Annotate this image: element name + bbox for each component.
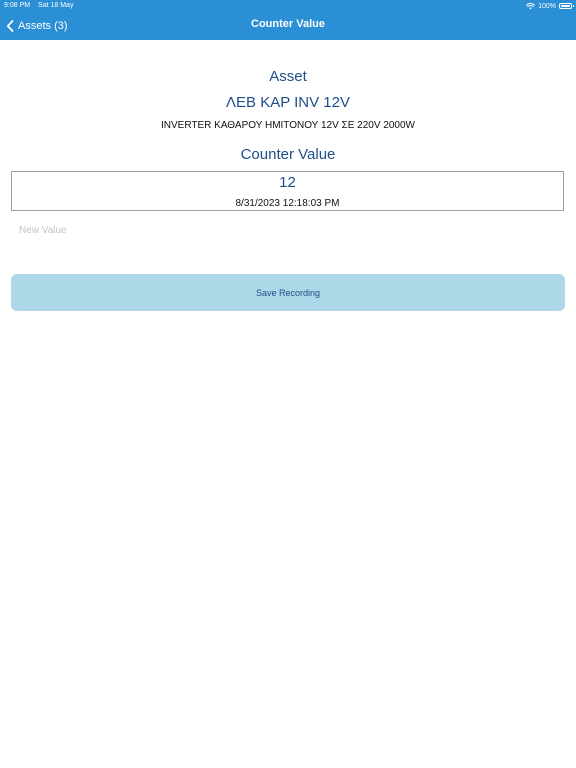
battery-icon (559, 3, 574, 9)
status-date: Sat 18 May (38, 2, 74, 9)
asset-code: ΛΕΒ ΚΑΡ INV 12V (226, 94, 350, 111)
page-title: Counter Value (251, 18, 325, 30)
counter-value-screen: 9:08 PM Sat 18 May 100% Assets (3) Count… (0, 0, 576, 768)
current-counter-value: 12 (279, 174, 296, 191)
new-value-input[interactable] (19, 221, 559, 239)
save-recording-button[interactable]: Save Recording (11, 274, 565, 311)
counter-timestamp: 8/31/2023 12:18:03 PM (235, 198, 340, 209)
current-counter-box: 12 8/31/2023 12:18:03 PM (11, 171, 564, 211)
wifi-icon (526, 2, 536, 9)
counter-value-heading: Counter Value (240, 146, 336, 163)
battery-percent: 100% (538, 2, 556, 10)
status-bar-left: 9:08 PM Sat 18 May (4, 1, 79, 11)
status-bar-right: 100% (526, 1, 574, 11)
status-time: 9:08 PM (4, 2, 31, 9)
asset-heading: Asset (269, 68, 307, 85)
top-bar: 9:08 PM Sat 18 May 100% Assets (3) Count… (0, 0, 576, 40)
asset-description: INVERTER ΚΑΘΑΡΟΥ ΗΜΙΤΟΝΟΥ 12V ΣΕ 220V 20… (161, 120, 415, 131)
